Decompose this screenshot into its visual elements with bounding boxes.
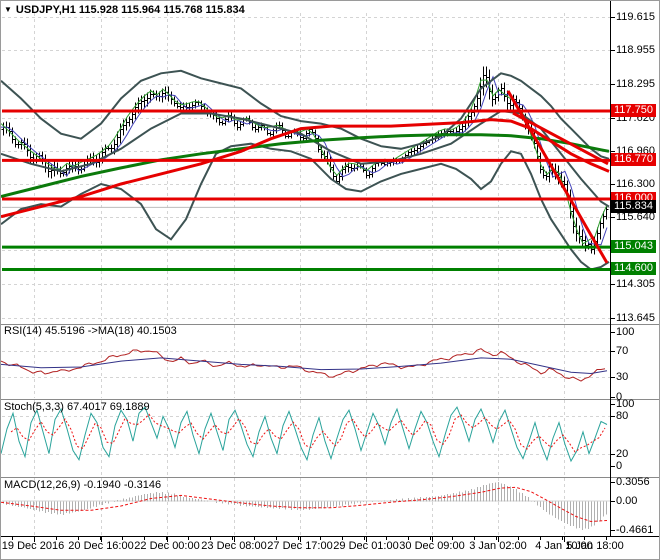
price-flag-116770[interactable]: 116.770 (611, 153, 656, 166)
chart-window: ▼ USDJPY,H1 115.928 115.964 115.768 115.8… (0, 0, 660, 560)
price-axis-label: 118.295 (616, 78, 655, 90)
price-axis-label: 113.645 (616, 312, 655, 324)
axis-ticks (12, 17, 615, 542)
rsi-line (1, 348, 606, 382)
time-axis-label: 5 Jan 18:00 (566, 540, 624, 552)
time-axis-label: 29 Dec 01:00 (333, 540, 399, 552)
stoch-label: Stoch(5,3,3) 67.4017 69.1889 (4, 401, 150, 413)
macd-scale-label: -0.4661 (616, 524, 654, 536)
price-axis-label: 119.615 (616, 11, 655, 23)
price-flag-117750[interactable]: 117.750 (611, 104, 656, 117)
rsi-scale-label: 70 (616, 345, 629, 357)
rsi-scale-label: 100 (616, 326, 635, 338)
price-axis-label: 118.955 (616, 44, 655, 56)
ma-red-line (1, 118, 610, 219)
chart-canvas (1, 1, 659, 542)
stoch-d-line (10, 413, 606, 453)
macd-scale-label: 0.3056 (616, 476, 650, 488)
price-axis-label: 116.300 (616, 178, 655, 190)
time-axis-label: 19 Dec 2016 (1, 540, 65, 552)
ohlc-readout: 115.928 115.964 115.768 115.834 (78, 4, 245, 16)
price-flag-115834: 115.834 (611, 200, 656, 213)
stoch-k-line (1, 406, 608, 463)
price-flag-114600[interactable]: 114.600 (611, 262, 656, 275)
price-axis-label: 114.305 (616, 278, 655, 290)
symbol-title: USDJPY,H1 (15, 4, 76, 16)
stoch-scale-label: 80 (616, 410, 629, 422)
title-bar: ▼ USDJPY,H1 115.928 115.964 115.768 115.8… (4, 4, 245, 16)
ma-green-line (1, 133, 610, 198)
stoch-scale-label: 0 (616, 460, 623, 472)
price-flag-115043[interactable]: 115.043 (611, 240, 656, 253)
macd-label: MACD(12,26,9) -0.1940 -0.3146 (4, 479, 162, 491)
time-axis-label: 3 Jan 02:00 (469, 540, 527, 552)
time-axis-label: 22 Dec 00:00 (134, 540, 200, 552)
symbol-dropdown-icon[interactable]: ▼ (4, 5, 12, 14)
time-axis-label: 23 Dec 08:00 (201, 540, 267, 552)
rsi-label: RSI(14) 45.5196 ->MA(18) 40.1503 (4, 325, 177, 337)
time-axis-label: 20 Dec 16:00 (68, 540, 134, 552)
stoch-scale-label: 100 (616, 398, 635, 410)
time-axis-label: 30 Dec 09:00 (399, 540, 465, 552)
time-axis-label: 27 Dec 17:00 (267, 540, 333, 552)
macd-scale-label: 0.00 (616, 495, 638, 507)
stoch-scale-label: 20 (616, 448, 629, 460)
rsi-scale-label: 30 (616, 371, 629, 383)
rsi-ma-line (1, 357, 608, 375)
